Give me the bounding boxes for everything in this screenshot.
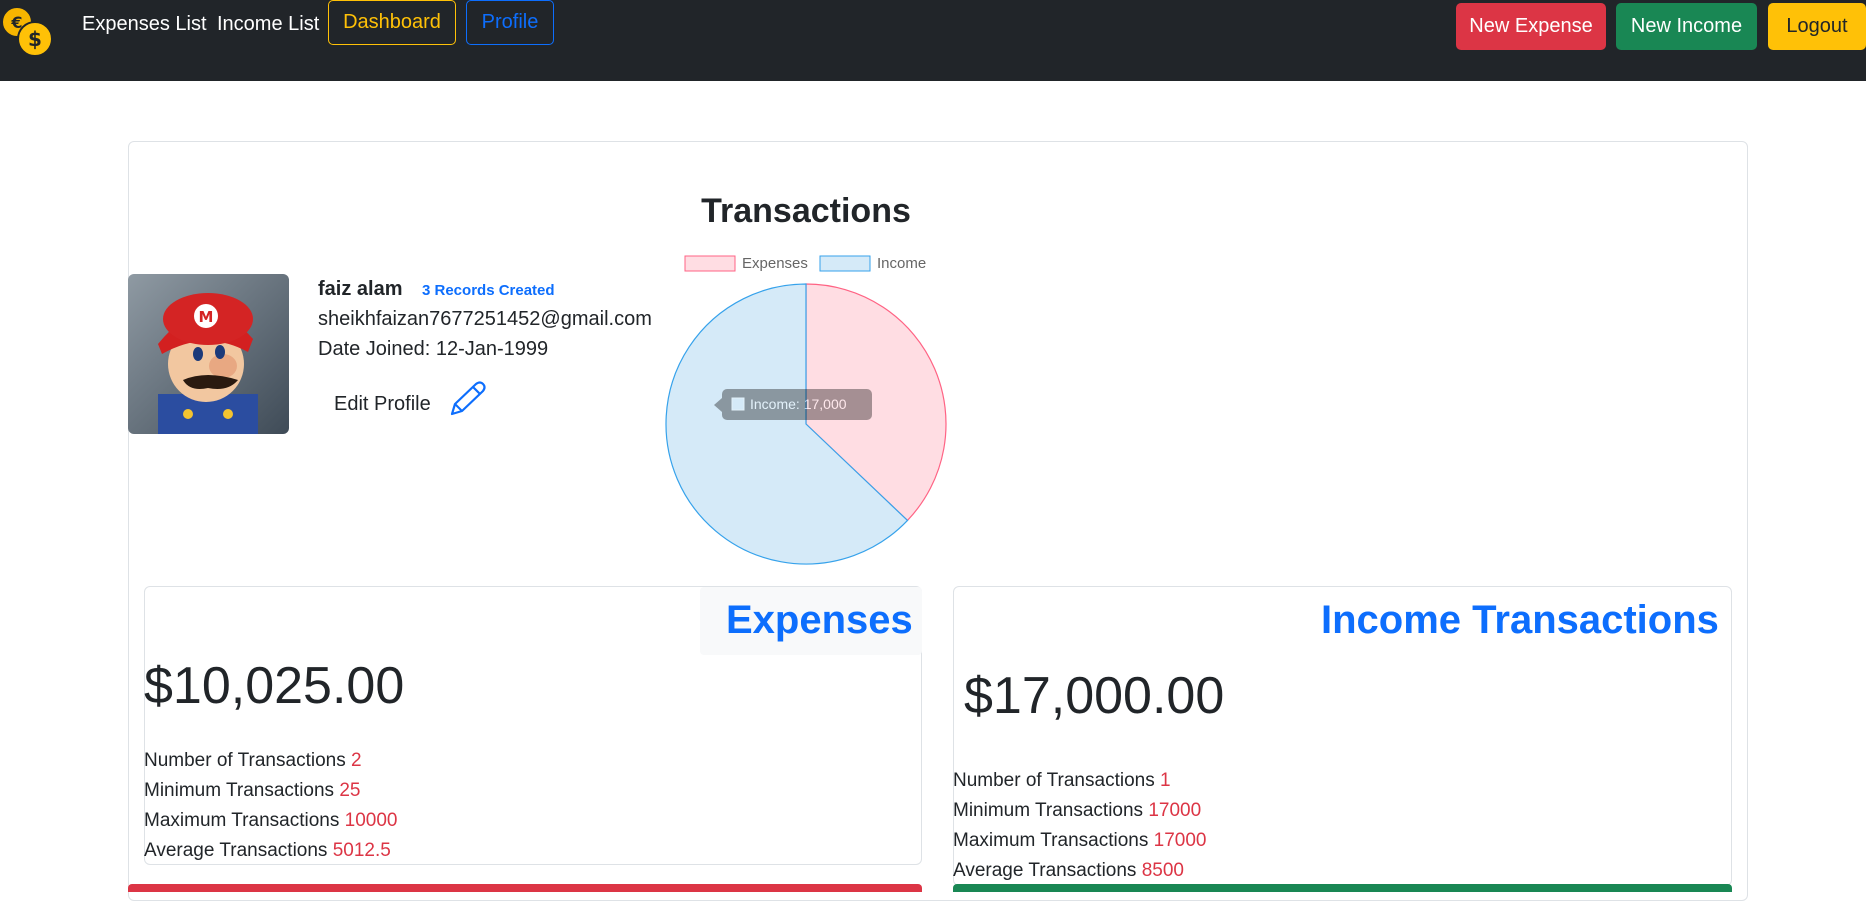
income-count-label: Number of Transactions (953, 770, 1155, 791)
logout-button[interactable]: Logout (1768, 3, 1866, 50)
income-avg-line: Average Transactions 8500 (953, 860, 1184, 882)
income-title: Income Transactions (1321, 598, 1719, 642)
expenses-amount: $10,025.00 (144, 657, 405, 715)
income-max-line: Maximum Transactions 17000 (953, 830, 1206, 852)
transactions-pie-chart: Expenses Income Income: 17,000 (665, 255, 947, 565)
pencil-icon[interactable] (446, 380, 488, 418)
income-avg-value: 8500 (1141, 860, 1184, 881)
user-name: faiz alam (318, 278, 403, 300)
expenses-min-value: 25 (339, 780, 361, 801)
expenses-max-line: Maximum Transactions 10000 (144, 810, 397, 832)
nav-link-income-list[interactable]: Income List (217, 13, 319, 36)
navbar: € $ Expenses List Income List Dashboard … (0, 0, 1866, 81)
expenses-max-label: Maximum Transactions (144, 810, 340, 831)
svg-text:$: $ (28, 27, 42, 51)
expenses-count-value: 2 (350, 750, 362, 771)
expenses-min-label: Minimum Transactions (144, 780, 335, 801)
nav-link-expenses-list[interactable]: Expenses List (82, 13, 207, 36)
income-min-line: Minimum Transactions 17000 (953, 800, 1201, 822)
expenses-max-value: 10000 (344, 810, 398, 831)
user-email: sheikhfaizan7677251452@gmail.com (318, 308, 652, 330)
income-min-label: Minimum Transactions (953, 800, 1144, 821)
avatar: M (128, 274, 289, 434)
income-table-top-bar (953, 884, 1732, 892)
svg-text:Income: 17,000: Income: 17,000 (750, 396, 847, 412)
legend-label: Income (877, 255, 926, 272)
legend-swatch (684, 255, 736, 272)
records-badge: 3 Records Created (422, 282, 555, 299)
income-count-line: Number of Transactions 1 (953, 770, 1171, 792)
new-income-button[interactable]: New Income (1616, 3, 1757, 50)
expenses-avg-line: Average Transactions 5012.5 (144, 840, 391, 862)
dashboard-button[interactable]: Dashboard (328, 0, 456, 45)
legend-item-income[interactable]: Income (819, 255, 926, 272)
chart-title: Transactions (701, 192, 911, 230)
legend-label: Expenses (742, 255, 808, 272)
chart-tooltip: Income: 17,000 (714, 389, 872, 420)
profile-button[interactable]: Profile (466, 0, 554, 45)
date-joined: Date Joined: 12-Jan-1999 (318, 338, 549, 360)
expenses-avg-value: 5012.5 (332, 840, 391, 861)
income-amount: $17,000.00 (964, 667, 1225, 725)
income-max-label: Maximum Transactions (953, 830, 1149, 851)
expenses-count-label: Number of Transactions (144, 750, 346, 771)
legend-item-expenses[interactable]: Expenses (684, 255, 808, 272)
edit-profile-link[interactable]: Edit Profile (334, 393, 431, 416)
svg-text:M: M (199, 308, 214, 326)
legend-swatch (819, 255, 871, 272)
income-max-value: 17000 (1153, 830, 1207, 851)
expenses-avg-label: Average Transactions (144, 840, 328, 861)
expenses-min-line: Minimum Transactions 25 (144, 780, 360, 802)
income-count-value: 1 (1159, 770, 1171, 791)
expenses-table-top-bar (128, 884, 922, 892)
income-min-value: 17000 (1148, 800, 1202, 821)
new-expense-button[interactable]: New Expense (1456, 3, 1606, 50)
income-avg-label: Average Transactions (953, 860, 1137, 881)
expenses-count-line: Number of Transactions 2 (144, 750, 362, 772)
coins-logo-icon[interactable]: € $ (0, 4, 56, 56)
expenses-title: Expenses (726, 598, 913, 642)
